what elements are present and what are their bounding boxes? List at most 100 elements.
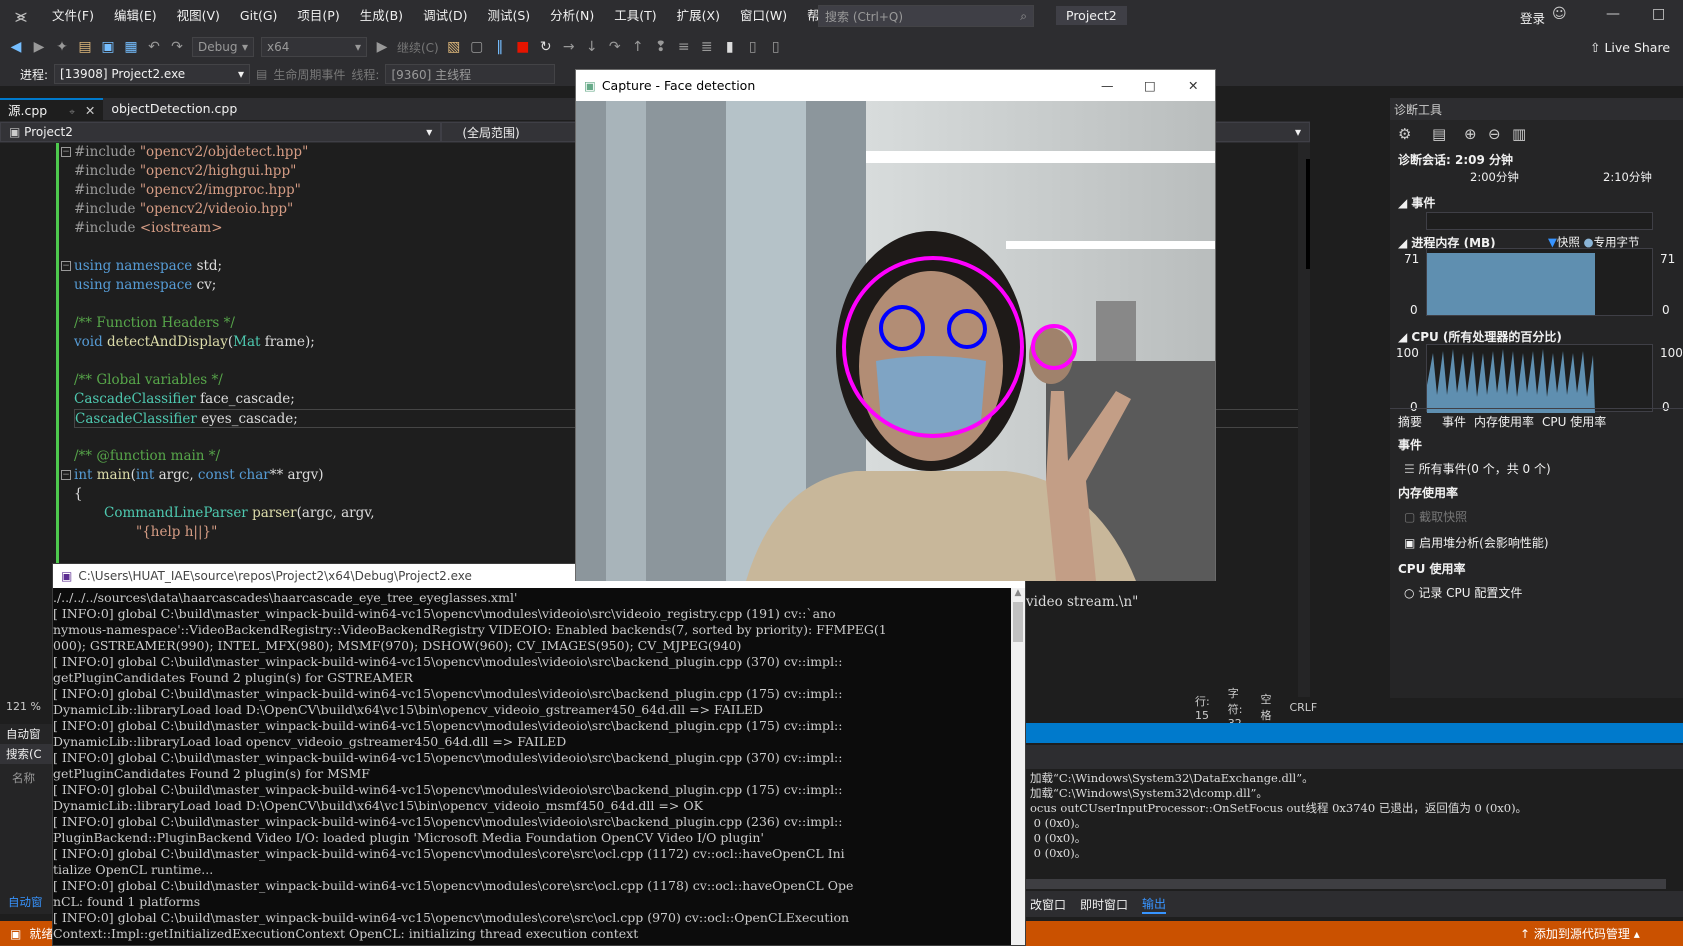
heap-profiling-button[interactable]: ▣ 启用堆分析(会影响性能)	[1404, 534, 1549, 551]
line-indicator[interactable]: 行: 15	[1195, 693, 1210, 722]
source-control-button[interactable]: ↑ 添加到源代码管理 ▴	[1520, 925, 1640, 942]
scroll-thumb[interactable]	[1013, 602, 1023, 642]
cpu-axis-min-right: 0	[1662, 400, 1670, 414]
breakpoint-icon[interactable]: ≡	[676, 39, 692, 55]
pin-icon[interactable]: ▧	[446, 39, 462, 55]
minimap-viewport[interactable]	[1306, 159, 1310, 269]
bookmark-prev-icon[interactable]: ▯	[745, 39, 761, 55]
menu-analyze[interactable]: 分析(N)	[540, 0, 604, 32]
live-share-button[interactable]: ⇧ Live Share	[1590, 40, 1670, 55]
menu-build[interactable]: 生成(B)	[350, 0, 413, 32]
whitespace-indicator[interactable]: 空格	[1260, 691, 1271, 723]
maximize-icon[interactable]: □	[1144, 78, 1156, 93]
lifecycle-label[interactable]: 生命周期事件	[273, 66, 345, 83]
thread-dropdown[interactable]: [9360] 主线程	[385, 64, 556, 84]
settings-icon[interactable]: ⚙	[1398, 125, 1411, 143]
autos-tab[interactable]: 自动窗	[8, 894, 43, 910]
forward-icon[interactable]: ▶	[31, 39, 47, 55]
restart-icon[interactable]: ↻	[538, 39, 554, 55]
fold-icon[interactable]: −	[61, 147, 71, 157]
tab-memory-usage[interactable]: 内存使用率	[1474, 413, 1534, 430]
tab-summary[interactable]: 摘要	[1398, 413, 1422, 430]
platform-dropdown[interactable]: x64 ▾	[261, 37, 367, 57]
save-all-icon[interactable]: ▦	[123, 39, 139, 55]
zoom-in-icon[interactable]: ⊕	[1464, 125, 1477, 143]
menu-git[interactable]: Git(G)	[230, 0, 288, 32]
eol-indicator[interactable]: CRLF	[1289, 701, 1317, 714]
bookmark-icon[interactable]: ▮	[722, 39, 738, 55]
maximize-icon[interactable]: □	[1652, 6, 1665, 22]
console-line: Context::Impl::getInitializedExecutionCo…	[53, 926, 639, 941]
window-panel	[606, 101, 646, 581]
undo-icon[interactable]: ↶	[146, 39, 162, 55]
process-dropdown[interactable]: [13908] Project2.exe ▾	[54, 64, 251, 84]
user-icon[interactable]: ☺	[1552, 6, 1567, 22]
capture-titlebar[interactable]: ▣ Capture - Face detection — □ ✕	[576, 70, 1215, 100]
menu-tools[interactable]: 工具(T)	[604, 0, 666, 32]
redo-icon[interactable]: ↷	[169, 39, 185, 55]
close-icon[interactable]: ✕	[1188, 78, 1198, 93]
reset-zoom-icon[interactable]: ▥	[1512, 125, 1526, 143]
open-folder-icon[interactable]: ▤	[77, 39, 93, 55]
step-icon[interactable]: →	[561, 39, 577, 55]
zoom-out-icon[interactable]: ⊖	[1488, 125, 1501, 143]
menu-window[interactable]: 窗口(W)	[730, 0, 797, 32]
continue-button[interactable]: 继续(C)	[397, 39, 439, 56]
fold-icon[interactable]: −	[61, 470, 71, 480]
menu-project[interactable]: 项目(P)	[287, 0, 349, 32]
login-link[interactable]: 登录	[1520, 8, 1545, 27]
pin-icon[interactable]: ⌖	[69, 107, 75, 118]
lifecycle-icon[interactable]: ▤	[256, 67, 267, 81]
tab-output[interactable]: 输出	[1142, 895, 1167, 914]
close-icon[interactable]: ✕	[85, 103, 95, 118]
search-input[interactable]: 搜索 (Ctrl+Q) ⌕	[818, 5, 1034, 27]
console-scrollbar[interactable]: ▲	[1011, 588, 1025, 945]
pause-icon[interactable]: ‖	[492, 39, 508, 55]
memory-graph[interactable]	[1426, 248, 1653, 316]
step-into-icon[interactable]: ↓	[584, 39, 600, 55]
minimize-icon[interactable]: —	[1606, 6, 1620, 22]
scroll-up-icon[interactable]: ▲	[1011, 588, 1025, 598]
menu-edit[interactable]: 编辑(E)	[104, 0, 167, 32]
minimize-icon[interactable]: —	[1101, 78, 1114, 93]
comment-icon[interactable]: ≣	[699, 39, 715, 55]
tab-source-cpp[interactable]: 源.cpp ⌖ ✕	[0, 98, 104, 120]
capture-window[interactable]: ▣ Capture - Face detection — □ ✕	[575, 69, 1216, 581]
tab-immediate[interactable]: 即时窗口	[1080, 896, 1128, 913]
menu-debug[interactable]: 调试(D)	[413, 0, 477, 32]
play-icon[interactable]: ▶	[374, 39, 390, 55]
export-icon[interactable]: ▤	[1432, 125, 1446, 143]
tab-objectdetection-cpp[interactable]: objectDetection.cpp	[103, 98, 245, 120]
cpu-graph[interactable]	[1426, 344, 1653, 413]
step-out-icon[interactable]: ↑	[630, 39, 646, 55]
console-window[interactable]: ▣ C:\Users\HUAT_IAE\source\repos\Project…	[52, 563, 1026, 946]
tab-watch[interactable]: 改窗口	[1030, 896, 1066, 913]
new-project-icon[interactable]: ✦	[54, 39, 70, 55]
stop-icon[interactable]: ■	[515, 39, 531, 55]
tab-cpu-usage[interactable]: CPU 使用率	[1542, 413, 1606, 430]
hot-reload-icon[interactable]: ❢	[653, 39, 669, 55]
camera-icon[interactable]: ▢	[469, 39, 485, 55]
autos-title[interactable]: 自动窗	[0, 724, 52, 744]
all-events-row[interactable]: ☰ 所有事件(0 个，共 0 个)	[1404, 460, 1551, 477]
tab-events[interactable]: 事件	[1442, 413, 1466, 430]
menu-view[interactable]: 视图(V)	[167, 0, 230, 32]
menu-extensions[interactable]: 扩展(X)	[667, 0, 730, 32]
step-over-icon[interactable]: ↷	[607, 39, 623, 55]
menu-test[interactable]: 测试(S)	[477, 0, 540, 32]
bookmark-next-icon[interactable]: ▯	[768, 39, 784, 55]
project-dropdown[interactable]: ▣ Project2 ▾	[0, 122, 442, 142]
output-scrollbar[interactable]	[1026, 879, 1666, 889]
save-icon[interactable]: ▣	[100, 39, 116, 55]
back-icon[interactable]: ◀	[8, 39, 24, 55]
config-dropdown[interactable]: Debug ▾	[192, 37, 254, 57]
events-track[interactable]	[1426, 212, 1653, 230]
fold-icon[interactable]: −	[61, 261, 71, 271]
record-cpu-button[interactable]: ○ 记录 CPU 配置文件	[1404, 584, 1522, 601]
take-snapshot-button[interactable]: ▢ 截取快照	[1404, 508, 1467, 525]
zoom-level[interactable]: 121 %	[6, 700, 41, 713]
menu-file[interactable]: 文件(F)	[42, 0, 104, 32]
code-line: {	[74, 486, 83, 502]
code-line: #include "opencv2/highgui.hpp"	[74, 163, 297, 179]
autos-search[interactable]: 搜索(C	[0, 744, 52, 764]
